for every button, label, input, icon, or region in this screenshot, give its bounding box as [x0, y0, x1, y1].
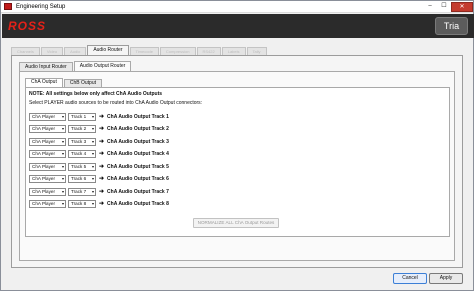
route-destination: ChA Audio Output Track 1: [107, 113, 169, 120]
chevron-down-icon: ▾: [61, 138, 64, 144]
route-row: ChA Player ▾ Track 7 ▾ ➜ ChA Audio Output …: [29, 187, 169, 196]
chevron-down-icon: ▾: [91, 188, 94, 194]
app-icon: [4, 3, 12, 10]
title-bar: Engineering Setup – ☐ ✕: [1, 1, 473, 13]
track-select[interactable]: Track 3 ▾: [68, 137, 96, 146]
arrow-right-icon: ➜: [99, 139, 105, 145]
settings-note: NOTE: All settings below only affect ChA…: [29, 91, 163, 97]
apply-button[interactable]: Apply: [429, 273, 463, 284]
track-select[interactable]: Track 2 ▾: [68, 124, 96, 133]
route-destination: ChA Audio Output Track 8: [107, 200, 169, 207]
route-destination: ChA Audio Output Track 3: [107, 138, 169, 145]
tab-tally[interactable]: Tally: [246, 47, 267, 55]
route-row: ChA Player ▾ Track 6 ▾ ➜ ChA Audio Output …: [29, 174, 169, 183]
chevron-down-icon: ▾: [91, 113, 94, 119]
route-destination: ChA Audio Output Track 6: [107, 175, 169, 182]
route-row: ChA Player ▾ Track 1 ▾ ➜ ChA Audio Output …: [29, 112, 169, 121]
arrow-right-icon: ➜: [99, 176, 105, 182]
track-select[interactable]: Track 8 ▾: [68, 199, 96, 208]
source-select[interactable]: ChA Player ▾: [29, 174, 66, 183]
source-select[interactable]: ChA Player ▾: [29, 112, 66, 121]
arrow-right-icon: ➜: [99, 151, 105, 157]
route-row: ChA Player ▾ Track 4 ▾ ➜ ChA Audio Output …: [29, 149, 169, 158]
cancel-button[interactable]: Cancel: [393, 273, 427, 284]
tab-compression[interactable]: Compression: [159, 47, 196, 55]
track-select[interactable]: Track 4 ▾: [68, 149, 96, 158]
arrow-right-icon: ➜: [99, 114, 105, 120]
tab-cha-output[interactable]: ChA Output: [25, 78, 63, 87]
track-select[interactable]: Track 7 ▾: [68, 187, 96, 196]
tab-chb-output[interactable]: ChB Output: [63, 79, 102, 87]
track-select[interactable]: Track 6 ▾: [68, 174, 96, 183]
normalize-routes-button[interactable]: NORMALIZE ALL ChA Output Routes: [193, 218, 279, 228]
window-controls: – ☐ ✕: [423, 1, 473, 13]
arrow-right-icon: ➜: [99, 201, 105, 207]
tab-audio-router[interactable]: Audio Router: [87, 45, 129, 55]
tab-video[interactable]: Video: [40, 47, 64, 55]
arrow-right-icon: ➜: [99, 164, 105, 170]
source-select[interactable]: ChA Player ▾: [29, 149, 66, 158]
arrow-right-icon: ➜: [99, 126, 105, 132]
route-row: ChA Player ▾ Track 3 ▾ ➜ ChA Audio Output …: [29, 137, 169, 146]
tab-audio-output-router[interactable]: Audio Output Router: [73, 61, 132, 71]
route-row: ChA Player ▾ Track 8 ▾ ➜ ChA Audio Output …: [29, 199, 169, 208]
chevron-down-icon: ▾: [61, 175, 64, 181]
channel-tab-bar: ChA Output ChB Output: [25, 78, 103, 87]
source-select[interactable]: ChA Player ▾: [29, 187, 66, 196]
chevron-down-icon: ▾: [61, 113, 64, 119]
header-banner: ROSS Tria: [2, 14, 474, 38]
chevron-down-icon: ▾: [61, 188, 64, 194]
chevron-down-icon: ▾: [91, 125, 94, 131]
tab-rs422[interactable]: RS422: [196, 47, 221, 55]
route-destination: ChA Audio Output Track 2: [107, 125, 169, 132]
router-subtab-bar: Audio Input Router Audio Output Router: [19, 61, 132, 71]
chevron-down-icon: ▾: [91, 150, 94, 156]
source-select[interactable]: ChA Player ▾: [29, 124, 66, 133]
ross-logo: ROSS: [8, 19, 47, 33]
main-tab-bar: Channels Video Audio Audio Router Timeco…: [11, 45, 268, 55]
route-row: ChA Player ▾ Track 2 ▾ ➜ ChA Audio Output …: [29, 124, 169, 133]
chevron-down-icon: ▾: [61, 125, 64, 131]
chevron-down-icon: ▾: [61, 200, 64, 206]
chevron-down-icon: ▾: [91, 200, 94, 206]
minimize-icon[interactable]: –: [423, 2, 437, 12]
tab-labels[interactable]: Labels: [221, 47, 246, 55]
tab-channels[interactable]: Channels: [11, 47, 40, 55]
route-destination: ChA Audio Output Track 4: [107, 150, 169, 157]
track-select[interactable]: Track 5 ▾: [68, 162, 96, 171]
chevron-down-icon: ▾: [91, 175, 94, 181]
tab-audio-input-router[interactable]: Audio Input Router: [19, 62, 73, 71]
tab-timecode[interactable]: Timecode: [129, 47, 159, 55]
tab-audio[interactable]: Audio: [64, 47, 87, 55]
chevron-down-icon: ▾: [91, 163, 94, 169]
chevron-down-icon: ▾: [91, 138, 94, 144]
tria-logo: Tria: [435, 17, 468, 35]
route-row: ChA Player ▾ Track 5 ▾ ➜ ChA Audio Output …: [29, 162, 169, 171]
track-select[interactable]: Track 1 ▾: [68, 112, 96, 121]
chevron-down-icon: ▾: [61, 150, 64, 156]
maximize-icon[interactable]: ☐: [437, 2, 451, 12]
route-destination: ChA Audio Output Track 5: [107, 163, 169, 170]
window-title: Engineering Setup: [16, 3, 66, 10]
engineering-setup-window: Engineering Setup – ☐ ✕ ROSS Tria Channe…: [0, 0, 474, 291]
source-select[interactable]: ChA Player ▾: [29, 199, 66, 208]
route-destination: ChA Audio Output Track 7: [107, 188, 169, 195]
routing-instruction: Select PLAYER audio sources to be routed…: [29, 100, 203, 106]
close-icon[interactable]: ✕: [451, 2, 473, 12]
source-select[interactable]: ChA Player ▾: [29, 137, 66, 146]
chevron-down-icon: ▾: [61, 163, 64, 169]
arrow-right-icon: ➜: [99, 189, 105, 195]
source-select[interactable]: ChA Player ▾: [29, 162, 66, 171]
